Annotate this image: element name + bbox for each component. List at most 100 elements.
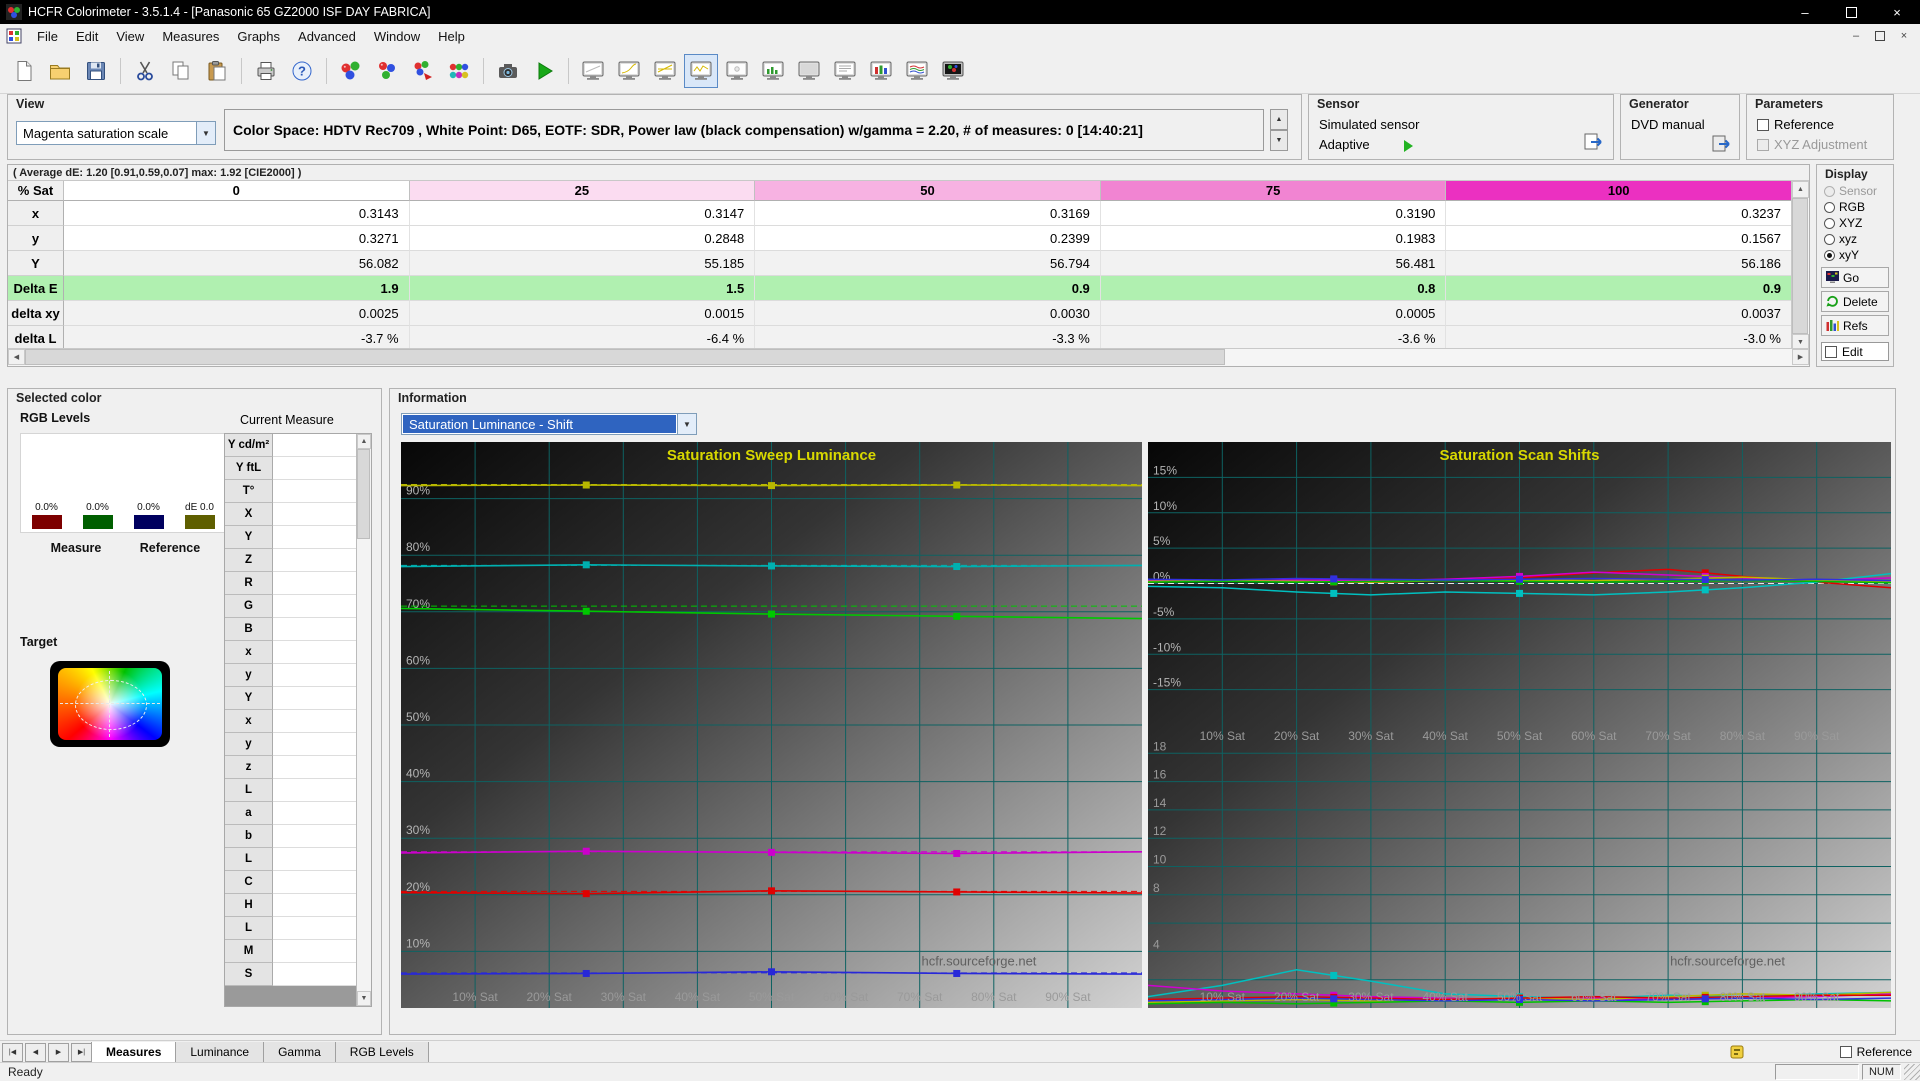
scrollbar-thumb[interactable]	[1792, 198, 1808, 334]
radio-icon[interactable]	[1824, 218, 1835, 229]
radio-rgb[interactable]: RGB	[1824, 200, 1865, 214]
delete-button[interactable]: Delete	[1821, 291, 1889, 312]
mdi-restore-button[interactable]	[1868, 26, 1892, 46]
radio-xyY[interactable]: xyY	[1824, 248, 1859, 262]
generator-config-icon[interactable]	[1711, 133, 1733, 155]
checkbox-icon[interactable]	[1840, 1046, 1852, 1058]
menu-advanced[interactable]: Advanced	[289, 24, 365, 48]
table-cell[interactable]: 0.0037	[1446, 301, 1792, 326]
view-white-icon[interactable]	[720, 54, 754, 88]
menu-graphs[interactable]: Graphs	[228, 24, 289, 48]
edit-checkbox[interactable]: Edit	[1821, 342, 1889, 361]
table-cell[interactable]: 0.1983	[1101, 226, 1447, 251]
radio-icon[interactable]	[1824, 234, 1835, 245]
current-measure-scrollbar[interactable]: ▲ ▼	[356, 434, 371, 1006]
next-tab-icon[interactable]: ▶	[48, 1043, 69, 1062]
view-rgb-levels-icon[interactable]	[864, 54, 898, 88]
snapshot-camera-icon[interactable]	[491, 54, 525, 88]
table-cell[interactable]: 0.0025	[64, 301, 410, 326]
reference-view-checkbox[interactable]: Reference	[1840, 1045, 1912, 1059]
last-tab-icon[interactable]: ▶|	[71, 1043, 92, 1062]
run-measures-play-icon[interactable]	[527, 54, 561, 88]
checkbox-icon[interactable]	[1757, 119, 1769, 131]
column-header-100[interactable]: 100	[1446, 181, 1792, 201]
tab-measures[interactable]: Measures	[91, 1042, 176, 1063]
measure-arrow-balls-icon[interactable]	[406, 54, 440, 88]
refs-button[interactable]: Refs	[1821, 315, 1889, 336]
menu-help[interactable]: Help	[429, 24, 474, 48]
sensor-config-icon[interactable]	[1583, 131, 1605, 153]
sensor-run-play-icon[interactable]	[1404, 140, 1413, 152]
table-cell[interactable]: 0.0030	[755, 301, 1101, 326]
scroll-up-icon[interactable]: ▲	[357, 434, 371, 449]
restore-button[interactable]	[1828, 0, 1874, 24]
print-icon[interactable]	[249, 54, 283, 88]
table-cell[interactable]: 0.3190	[1101, 201, 1447, 226]
new-document-icon[interactable]	[7, 54, 41, 88]
radio-icon[interactable]	[1824, 202, 1835, 213]
copy-icon[interactable]	[164, 54, 198, 88]
view-histogram-icon[interactable]	[756, 54, 790, 88]
column-header-0[interactable]: 0	[64, 181, 410, 201]
table-cell[interactable]: 56.481	[1101, 251, 1447, 276]
mdi-minimize-button[interactable]: –	[1844, 26, 1868, 46]
table-cell[interactable]: 0.3147	[410, 201, 756, 226]
table-cell[interactable]: 1.5	[410, 276, 756, 301]
table-cell[interactable]: 0.3237	[1446, 201, 1792, 226]
table-cell[interactable]: 0.2399	[755, 226, 1101, 251]
table-cell[interactable]: 0.8	[1101, 276, 1447, 301]
graph-type-select[interactable]: Saturation Luminance - Shift ▼	[401, 413, 697, 435]
table-cell[interactable]: 0.3143	[64, 201, 410, 226]
table-cell[interactable]: 0.0015	[410, 301, 756, 326]
color-grid-icon[interactable]	[442, 54, 476, 88]
prev-tab-icon[interactable]: ◀	[25, 1043, 46, 1062]
column-header-25[interactable]: 25	[410, 181, 756, 201]
menu-file[interactable]: File	[28, 24, 67, 48]
chevron-down-icon[interactable]: ▼	[196, 122, 215, 144]
spinner-up-icon[interactable]: ▲	[1270, 109, 1288, 130]
scroll-down-icon[interactable]: ▼	[357, 991, 371, 1006]
spinner-down-icon[interactable]: ▼	[1270, 130, 1288, 151]
radio-xyz-upper[interactable]: XYZ	[1824, 216, 1862, 230]
table-cell[interactable]: 0.3169	[755, 201, 1101, 226]
scroll-up-icon[interactable]: ▲	[1792, 181, 1809, 198]
save-icon[interactable]	[79, 54, 113, 88]
help-icon[interactable]: ?	[285, 54, 319, 88]
go-button[interactable]: Go	[1821, 267, 1889, 288]
menu-view[interactable]: View	[107, 24, 153, 48]
view-gamma-icon[interactable]	[612, 54, 646, 88]
checkbox-icon[interactable]	[1825, 346, 1837, 358]
table-cell[interactable]: 0.0005	[1101, 301, 1447, 326]
minimize-button[interactable]: –	[1782, 0, 1828, 24]
tip-icon[interactable]	[1730, 1045, 1744, 1059]
table-horizontal-scrollbar[interactable]: ◀ ▶	[8, 348, 1809, 366]
open-folder-icon[interactable]	[43, 54, 77, 88]
menu-window[interactable]: Window	[365, 24, 429, 48]
view-grayscale-icon[interactable]	[576, 54, 610, 88]
scale-select[interactable]: Magenta saturation scale ▼	[16, 121, 216, 145]
column-header-50[interactable]: 50	[755, 181, 1101, 201]
view-gray-icon[interactable]	[792, 54, 826, 88]
radio-selected-icon[interactable]	[1824, 250, 1835, 261]
scroll-left-icon[interactable]: ◀	[8, 349, 25, 365]
table-cell[interactable]: 56.794	[755, 251, 1101, 276]
mdi-close-button[interactable]: ×	[1892, 26, 1916, 46]
resize-grip[interactable]	[1904, 1064, 1920, 1080]
menu-measures[interactable]: Measures	[153, 24, 228, 48]
menu-edit[interactable]: Edit	[67, 24, 107, 48]
cut-icon[interactable]	[128, 54, 162, 88]
view-cie-diagram-icon[interactable]	[936, 54, 970, 88]
table-cell[interactable]: 0.9	[755, 276, 1101, 301]
view-luminance-curves-icon[interactable]	[648, 54, 682, 88]
view-saturation-shift-icon[interactable]	[684, 54, 718, 88]
measure-spinner[interactable]: ▲ ▼	[1270, 109, 1288, 151]
continuous-measure-balls-icon[interactable]	[370, 54, 404, 88]
scrollbar-thumb[interactable]	[25, 349, 1225, 365]
first-tab-icon[interactable]: |◀	[2, 1043, 23, 1062]
column-header-75[interactable]: 75	[1101, 181, 1447, 201]
scroll-right-icon[interactable]: ▶	[1792, 349, 1809, 365]
radio-xyz-lower[interactable]: xyz	[1824, 232, 1857, 246]
table-cell[interactable]: 55.185	[410, 251, 756, 276]
table-cell[interactable]: 0.3271	[64, 226, 410, 251]
tab-gamma[interactable]: Gamma	[263, 1042, 336, 1063]
